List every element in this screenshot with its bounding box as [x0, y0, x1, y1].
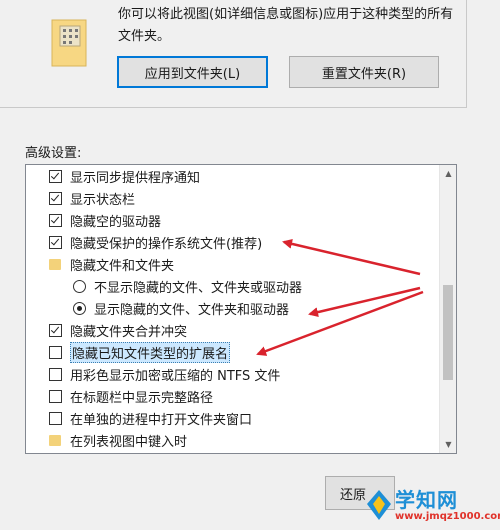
arrow-to-hide-extensions	[256, 290, 424, 356]
restore-label: 还原	[340, 487, 367, 503]
watermark-url: www.jmqz1000.com	[395, 511, 500, 522]
arrow-to-show-hidden	[308, 286, 421, 318]
watermark-title: 学知网	[395, 488, 458, 512]
watermark-logo: 学知网 www.jmqz1000.com	[365, 482, 500, 530]
annotation-arrows	[256, 238, 424, 356]
arrow-to-protected-files	[282, 238, 421, 276]
watermark-emblem-icon	[367, 490, 391, 520]
